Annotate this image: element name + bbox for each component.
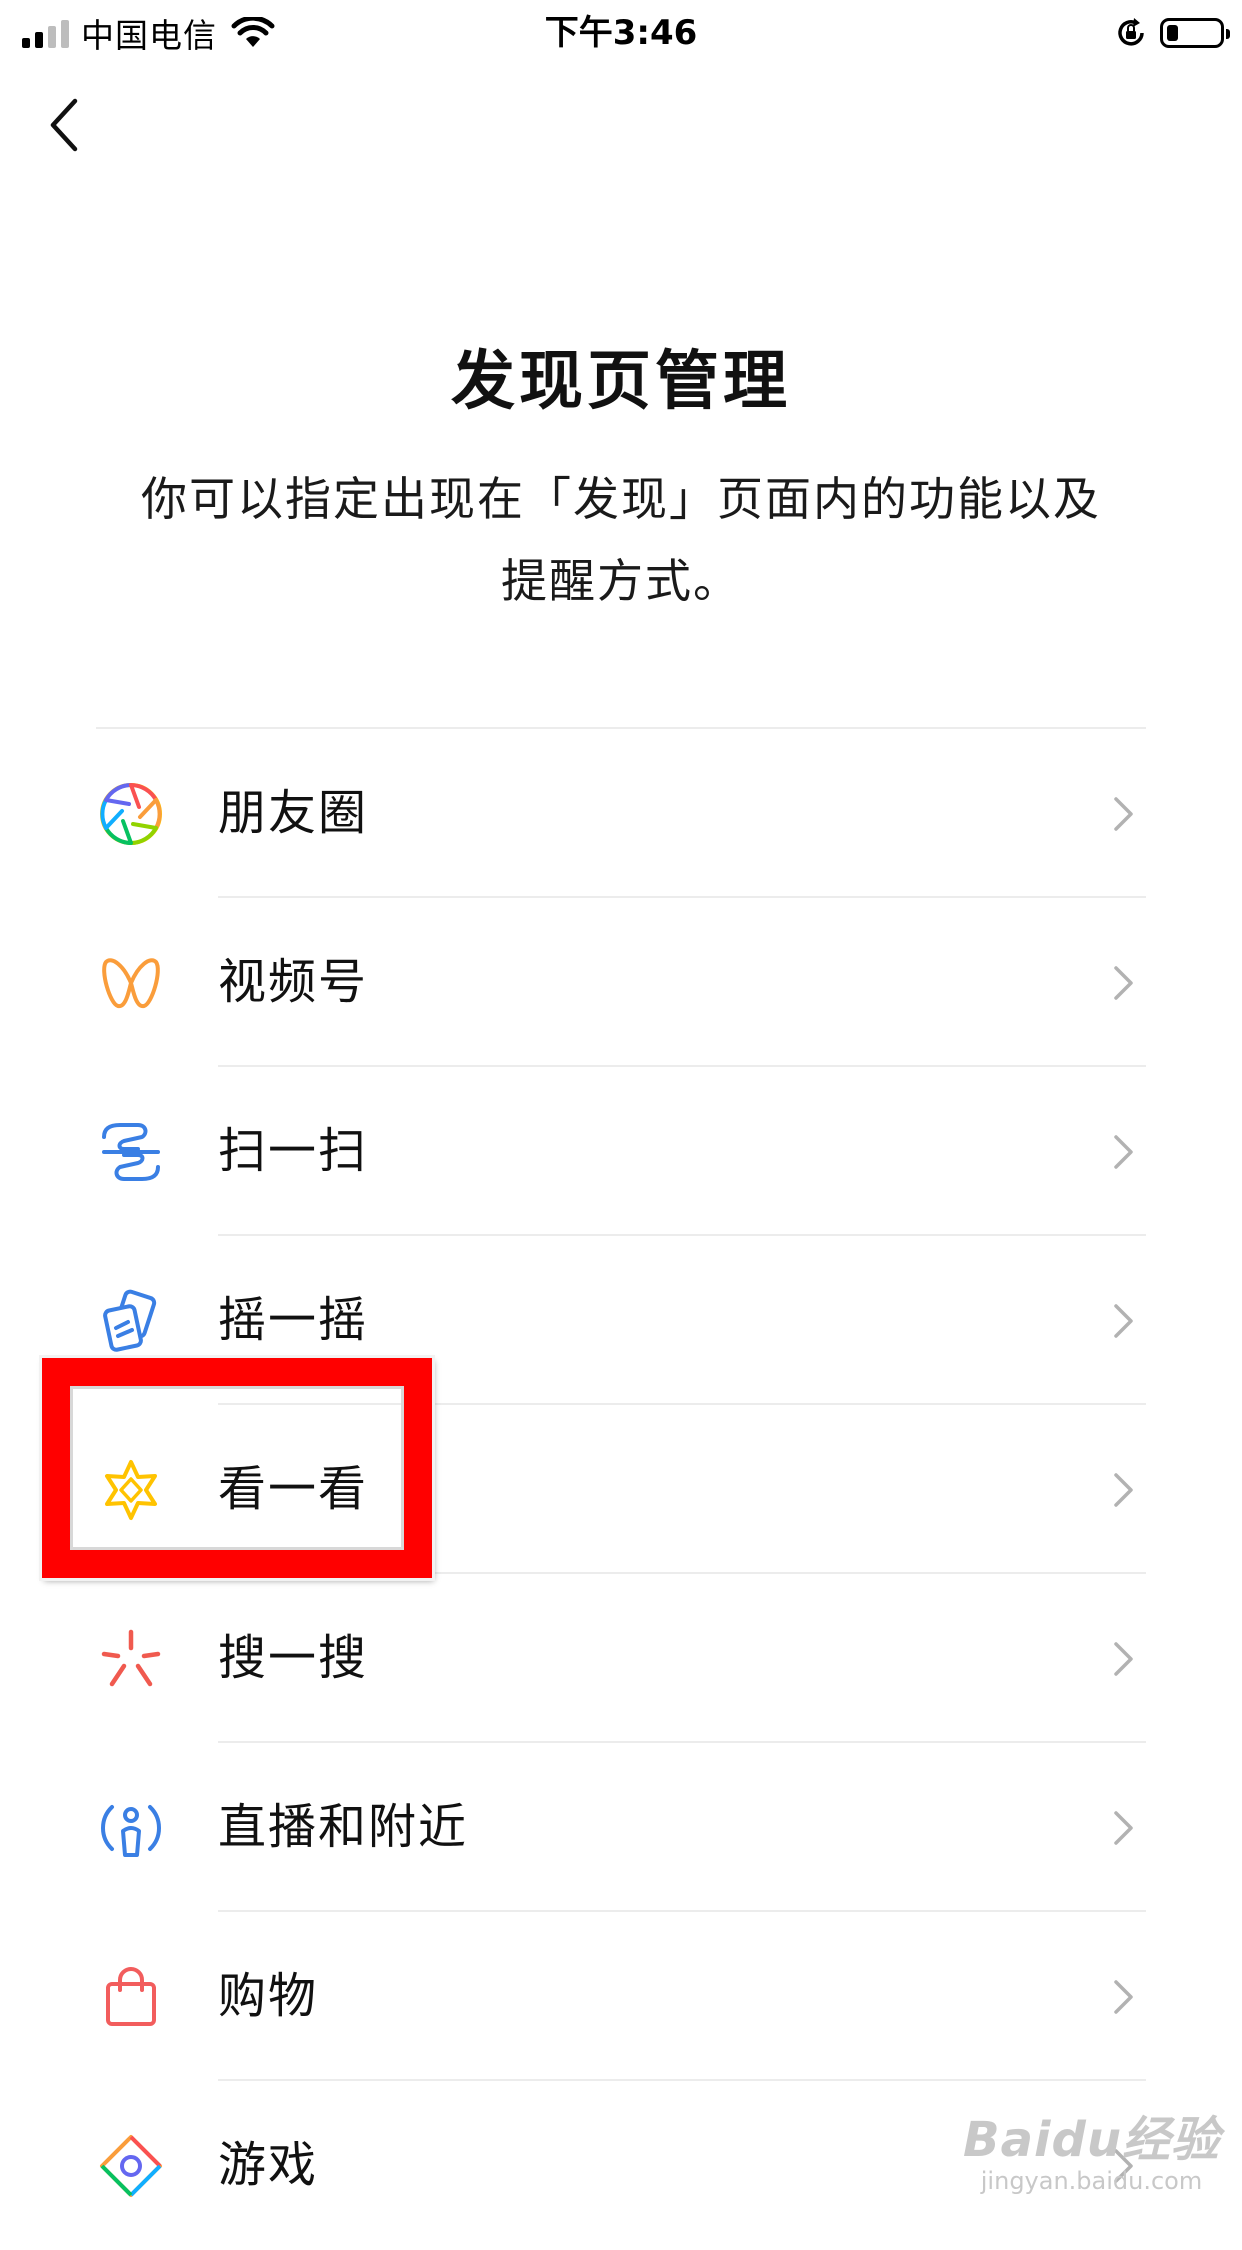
page-description-line-2: 提醒方式。 [501,554,741,608]
search-star-icon [101,1629,161,1687]
orientation-lock-icon [1118,18,1144,46]
list-item-label: 朋友圈 [218,785,369,841]
page-description: 你可以指定出现在「发现」页面内的功能以及 提醒方式。 [90,458,1152,622]
chevron-right-icon [1114,1642,1133,1676]
chevron-right-icon [1114,797,1133,831]
list-item-label: 视频号 [218,954,369,1010]
list-item-label: 摇一摇 [218,1292,369,1348]
chevron-left-icon [50,98,78,152]
chevron-right-icon [1114,1473,1133,1507]
discover-features-list: 朋友圈 视频号 扫一扫 摇一摇 看一看 搜一搜 直播和附近 购物 游戏 [0,729,1242,2250]
status-bar: 中国电信 下午3:46 [0,0,1242,66]
chevron-right-icon [1114,1135,1133,1169]
list-item-label: 看一看 [218,1461,369,1517]
shake-icon [103,1289,157,1352]
list-item-shake[interactable]: 摇一摇 [0,1236,1242,1405]
list-item-channels[interactable]: 视频号 [0,898,1242,1067]
list-item-shopping[interactable]: 购物 [0,1912,1242,2081]
battery-level [1167,25,1178,41]
top-stories-icon [105,1460,157,1520]
list-item-label: 搜一搜 [218,1630,369,1686]
battery-icon [1160,18,1230,48]
chevron-right-icon [1114,2149,1133,2183]
list-item-label: 直播和附近 [218,1799,469,1855]
shopping-bag-icon [106,1967,156,2026]
page-description-line-1: 你可以指定出现在「发现」页面内的功能以及 [141,472,1101,526]
list-item-label: 游戏 [218,2137,319,2193]
games-icon [100,2135,162,2197]
list-item-search[interactable]: 搜一搜 [0,1574,1242,1743]
status-time: 下午3:46 [544,13,698,53]
list-item-top-stories[interactable]: 看一看 [0,1405,1242,1574]
live-nearby-icon [101,1805,161,1857]
list-item-label: 购物 [218,1968,319,2024]
chevron-right-icon [1114,1811,1133,1845]
list-item-scan[interactable]: 扫一扫 [0,1067,1242,1236]
list-item-moments[interactable]: 朋友圈 [0,729,1242,898]
page-title: 发现页管理 [451,345,791,419]
chevron-right-icon [1114,966,1133,1000]
moments-aperture-icon [100,783,162,845]
channels-icon [102,958,160,1009]
list-item-live-nearby[interactable]: 直播和附近 [0,1743,1242,1912]
chevron-right-icon [1114,1980,1133,2014]
scan-icon [102,1123,160,1181]
back-button[interactable] [34,90,94,160]
list-item-games[interactable]: 游戏 [0,2081,1242,2250]
list-item-label: 扫一扫 [218,1123,369,1179]
chevron-right-icon [1114,1304,1133,1338]
status-bar-right [1114,12,1230,54]
